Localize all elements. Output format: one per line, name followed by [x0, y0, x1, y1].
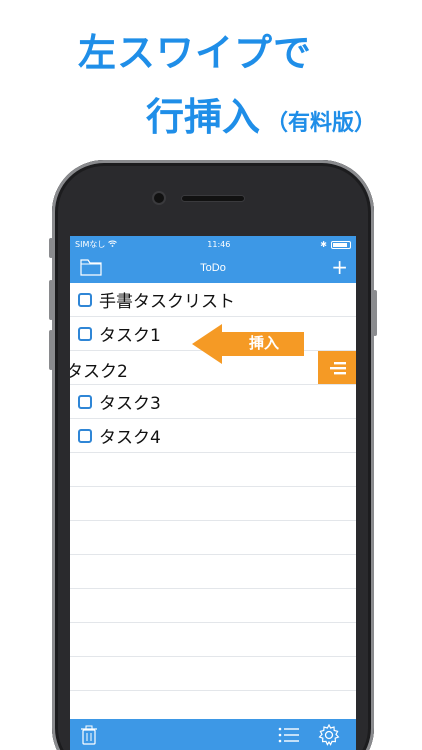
status-time: 11:46: [207, 240, 231, 249]
promo-headline-note: （有料版）: [266, 111, 377, 136]
list-item[interactable]: 手書タスクリスト: [70, 283, 356, 317]
front-camera: [154, 193, 164, 203]
nav-title: ToDo: [200, 262, 226, 274]
volume-up-button: [49, 280, 53, 320]
list-item-text: タスク1: [99, 326, 161, 346]
empty-row: [70, 453, 356, 487]
arrow-label: 挿入: [248, 334, 279, 352]
wifi-icon: [108, 240, 118, 249]
checkbox[interactable]: [78, 394, 92, 409]
empty-row: [70, 487, 356, 521]
plus-icon[interactable]: +: [331, 257, 348, 277]
swipe-arrow-callout: 挿入: [192, 324, 304, 364]
promo-headline-main: 行挿入: [146, 95, 261, 139]
earpiece-speaker: [182, 196, 244, 201]
list-item[interactable]: タスク3: [70, 385, 356, 419]
app-screen: SIMなし 11:46 ✱ ToDo + 手書タスクリスト タスク1 タスク2 …: [70, 236, 356, 750]
empty-row: [70, 589, 356, 623]
checkbox[interactable]: [78, 292, 92, 307]
checkbox[interactable]: [78, 326, 92, 341]
list-item-text: 手書タスクリスト: [99, 292, 235, 312]
insert-row-icon: [330, 361, 346, 374]
list-item-text: タスク3: [99, 394, 161, 414]
volume-down-button: [49, 330, 53, 370]
list-item-text: タスク4: [99, 428, 161, 448]
bluetooth-icon: ✱: [320, 240, 327, 249]
empty-row: [70, 623, 356, 657]
empty-row: [70, 555, 356, 589]
empty-row: [70, 521, 356, 555]
list-item[interactable]: タスク4: [70, 419, 356, 453]
mute-switch: [49, 238, 53, 258]
promo-headline-line2: 行挿入 （有料版）: [146, 86, 376, 141]
trash-icon[interactable]: [80, 725, 98, 745]
promo-headline-line1: 左スワイプで: [78, 31, 313, 75]
empty-row: [70, 657, 356, 691]
battery-level: [332, 242, 348, 247]
nav-bar: ToDo +: [70, 253, 356, 283]
list-item-text: タスク2: [70, 362, 128, 382]
list-icon[interactable]: [278, 727, 300, 743]
phone-frame: SIMなし 11:46 ✱ ToDo + 手書タスクリスト タスク1 タスク2 …: [49, 160, 377, 750]
folder-icon[interactable]: [80, 259, 102, 276]
battery-icon: [330, 240, 351, 249]
carrier-label: SIMなし: [75, 240, 106, 249]
checkbox[interactable]: [78, 428, 92, 443]
insert-row-button[interactable]: [318, 351, 356, 384]
bottom-toolbar: [70, 719, 356, 750]
status-bar: SIMなし 11:46 ✱: [70, 236, 356, 253]
gear-icon[interactable]: [318, 723, 340, 746]
power-button: [373, 290, 377, 336]
